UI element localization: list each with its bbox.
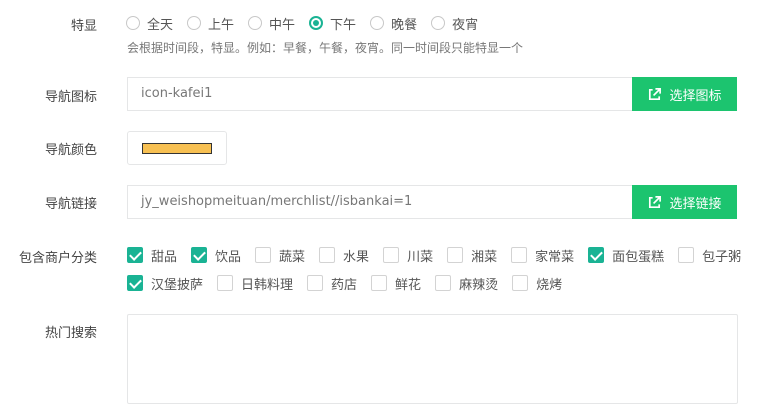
checkbox[interactable] xyxy=(127,247,143,263)
category-checkbox-option[interactable]: 水果 xyxy=(319,246,369,265)
category-checkbox-option[interactable]: 甜品 xyxy=(127,246,177,265)
radio-circle[interactable] xyxy=(431,16,446,30)
select-link-button[interactable]: 选择链接 xyxy=(632,185,737,219)
checkbox[interactable] xyxy=(371,275,388,291)
category-checkbox-option[interactable]: 汉堡披萨 xyxy=(127,274,203,293)
checkbox-label: 家常菜 xyxy=(535,249,575,265)
category-checkbox-option[interactable]: 川菜 xyxy=(383,246,433,265)
checkbox[interactable] xyxy=(383,247,400,263)
featured-radio-option[interactable]: 晚餐 xyxy=(370,14,417,33)
checkbox-label: 川菜 xyxy=(407,249,434,265)
category-checkbox-row-2: 汉堡披萨 日韩料理 药店 鲜花 麻辣烫 烧烤 xyxy=(127,274,576,293)
checkbox-label: 饮品 xyxy=(215,249,242,265)
category-checkbox-option[interactable]: 饮品 xyxy=(191,246,241,265)
checkbox[interactable] xyxy=(435,275,452,291)
select-icon-button[interactable]: 选择图标 xyxy=(632,77,737,111)
hot-search-textarea[interactable] xyxy=(127,314,738,404)
checkbox-label: 汉堡披萨 xyxy=(151,277,204,293)
featured-radio-option[interactable]: 全天 xyxy=(126,14,173,33)
checkbox[interactable] xyxy=(319,247,336,263)
category-checkbox-option[interactable]: 包子粥 xyxy=(678,246,741,265)
checkbox-label: 湘菜 xyxy=(471,249,498,265)
nav-color-label: 导航颜色 xyxy=(44,143,97,158)
checkbox[interactable] xyxy=(127,275,143,291)
featured-radio-option[interactable]: 下午 xyxy=(309,14,356,33)
radio-label: 下午 xyxy=(330,17,357,33)
nav-color-swatch xyxy=(142,143,212,154)
nav-icon-input[interactable]: icon-kafei1 xyxy=(127,77,632,111)
radio-circle[interactable] xyxy=(370,16,385,30)
category-checkbox-option[interactable]: 家常菜 xyxy=(511,246,574,265)
radio-label: 夜宵 xyxy=(452,17,479,33)
checkbox[interactable] xyxy=(191,247,208,263)
checkbox[interactable] xyxy=(255,247,272,263)
radio-label: 晚餐 xyxy=(391,17,418,33)
nav-icon-label: 导航图标 xyxy=(44,90,97,105)
checkbox-label: 包子粥 xyxy=(702,249,742,265)
checkbox-label: 麻辣烫 xyxy=(459,277,499,293)
category-checkbox-option[interactable]: 面包蛋糕 xyxy=(588,246,664,265)
select-link-button-label: 选择链接 xyxy=(669,196,722,212)
checkbox[interactable] xyxy=(588,247,605,263)
hot-search-label: 热门搜索 xyxy=(44,326,97,341)
radio-circle[interactable] xyxy=(187,16,202,30)
category-checkbox-option[interactable]: 蔬菜 xyxy=(255,246,305,265)
checkbox[interactable] xyxy=(678,247,695,263)
checkbox[interactable] xyxy=(512,275,529,291)
checkbox[interactable] xyxy=(511,247,528,263)
featured-radio-option[interactable]: 上午 xyxy=(187,14,234,33)
radio-label: 中午 xyxy=(269,17,296,33)
checkbox-label: 甜品 xyxy=(151,249,178,265)
merchant-category-label: 包含商户分类 xyxy=(18,251,97,266)
featured-radio-option[interactable]: 中午 xyxy=(248,14,295,33)
external-link-icon xyxy=(649,87,662,100)
checkbox-label: 鲜花 xyxy=(395,277,422,293)
category-checkbox-option[interactable]: 鲜花 xyxy=(371,274,421,293)
checkbox-label: 蔬菜 xyxy=(279,249,306,265)
category-checkbox-option[interactable]: 湘菜 xyxy=(447,246,497,265)
checkbox[interactable] xyxy=(217,275,234,291)
checkbox-label: 日韩料理 xyxy=(241,277,294,293)
nav-link-label: 导航链接 xyxy=(44,197,97,212)
radio-label: 全天 xyxy=(147,17,174,33)
nav-link-input[interactable]: jy_weishopmeituan/merchlist//isbankai=1 xyxy=(127,185,632,219)
featured-radio-option[interactable]: 夜宵 xyxy=(431,14,478,33)
external-link-icon xyxy=(649,195,662,208)
checkbox-label: 面包蛋糕 xyxy=(612,249,665,265)
category-checkbox-option[interactable]: 麻辣烫 xyxy=(435,274,498,293)
radio-circle[interactable] xyxy=(126,16,140,30)
category-checkbox-row-1: 甜品 饮品 蔬菜 水果 川菜 湘菜 家常菜 面包蛋糕 包子粥 xyxy=(127,246,755,265)
radio-label: 上午 xyxy=(208,17,235,33)
checkbox[interactable] xyxy=(447,247,464,263)
checkbox[interactable] xyxy=(307,275,324,291)
radio-circle[interactable] xyxy=(309,16,324,30)
category-checkbox-option[interactable]: 药店 xyxy=(307,274,357,293)
category-checkbox-option[interactable]: 烧烤 xyxy=(512,274,562,293)
checkbox-label: 烧烤 xyxy=(536,277,563,293)
checkbox-label: 药店 xyxy=(331,277,358,293)
category-checkbox-option[interactable]: 日韩料理 xyxy=(217,274,293,293)
nav-color-picker[interactable] xyxy=(127,131,227,165)
radio-circle[interactable] xyxy=(248,16,263,30)
select-icon-button-label: 选择图标 xyxy=(669,88,722,104)
featured-label: 特显 xyxy=(70,19,97,34)
featured-radio-group: 全天 上午 中午 下午 晚餐 夜宵 xyxy=(126,13,492,33)
checkbox-label: 水果 xyxy=(343,249,370,265)
featured-help-text: 会根据时间段，特显。例如：早餐，午餐，夜宵。同一时间段只能特显一个 xyxy=(127,41,524,55)
